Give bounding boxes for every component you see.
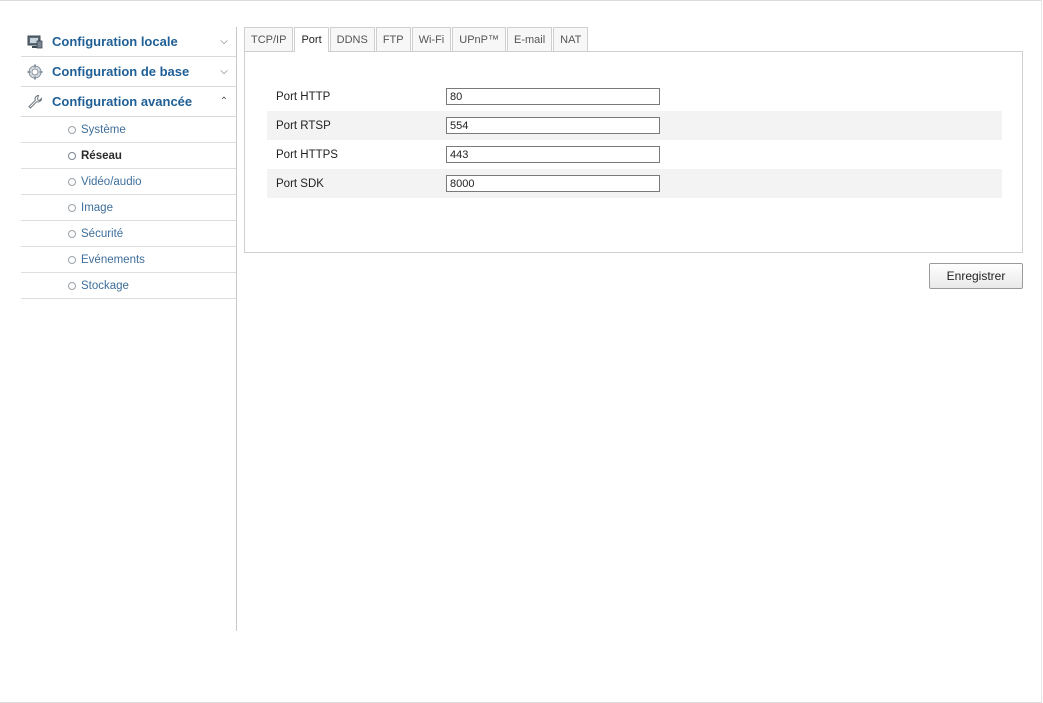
chevron-down-icon: ⌵ [220, 36, 228, 47]
form-row-http: Port HTTP [267, 82, 1002, 111]
gear-icon [27, 64, 43, 80]
sidebar-item-label: Stockage [81, 279, 129, 292]
sidebar-item-reseau[interactable]: Réseau [21, 143, 237, 169]
tab-port[interactable]: Port [294, 27, 329, 52]
tab-ddns[interactable]: DDNS [329, 27, 375, 51]
sidebar-item-systeme[interactable]: Système [21, 117, 237, 143]
tab-wifi[interactable]: Wi-Fi [411, 27, 452, 51]
sidebar: Configuration locale ⌵ Configuration de … [21, 27, 237, 299]
sidebar-divider [236, 27, 237, 631]
port-settings-panel: Port HTTP Port RTSP Port HTTPS Port SDK [244, 51, 1023, 253]
bullet-icon [68, 255, 76, 264]
sidebar-item-securite[interactable]: Sécurité [21, 221, 237, 247]
bullet-icon [68, 177, 76, 186]
sidebar-item-label: Image [81, 201, 113, 214]
port-form: Port HTTP Port RTSP Port HTTPS Port SDK [267, 82, 1002, 198]
sidebar-item-label: Sécurité [81, 227, 124, 240]
bullet-icon [68, 125, 76, 134]
bullet-icon [68, 281, 76, 290]
sdk-port-input[interactable] [446, 175, 660, 192]
sidebar-item-label: Système [81, 123, 126, 136]
tab-ftp[interactable]: FTP [375, 27, 411, 51]
sidebar-section-base[interactable]: Configuration de base ⌵ [21, 57, 237, 87]
tab-tcpip[interactable]: TCP/IP [244, 27, 294, 51]
sidebar-item-video-audio[interactable]: Vidéo/audio [21, 169, 237, 195]
sidebar-item-label: Réseau [81, 149, 122, 162]
https-port-input[interactable] [446, 146, 660, 163]
http-port-label: Port HTTP [276, 90, 331, 103]
form-row-rtsp: Port RTSP [267, 111, 1002, 140]
http-port-input[interactable] [446, 88, 660, 105]
chevron-up-icon: ⌃ [219, 96, 229, 107]
sidebar-item-stockage[interactable]: Stockage [21, 273, 237, 299]
sidebar-section-advanced[interactable]: Configuration avancée ⌃ [21, 87, 237, 117]
form-row-sdk: Port SDK [267, 169, 1002, 198]
network-tabs: TCP/IP Port DDNS FTP Wi-Fi UPnP™ E-mail … [244, 27, 589, 52]
sidebar-item-image[interactable]: Image [21, 195, 237, 221]
monitor-icon [27, 34, 43, 50]
sidebar-section-local[interactable]: Configuration locale ⌵ [21, 27, 237, 57]
https-port-label: Port HTTPS [276, 148, 338, 161]
tab-upnp[interactable]: UPnP™ [452, 27, 506, 51]
tab-nat[interactable]: NAT [553, 27, 589, 51]
chevron-down-icon: ⌵ [220, 66, 228, 77]
wrench-icon [27, 94, 43, 110]
form-row-https: Port HTTPS [267, 140, 1002, 169]
rtsp-port-input[interactable] [446, 117, 660, 134]
sidebar-item-evenements[interactable]: Evénements [21, 247, 237, 273]
rtsp-port-label: Port RTSP [276, 119, 331, 132]
tab-email[interactable]: E-mail [507, 27, 553, 51]
bullet-icon [68, 151, 76, 160]
sidebar-sub-list: Système Réseau Vidéo/audio Image Sécurit… [21, 117, 237, 299]
bullet-icon [68, 229, 76, 238]
bullet-icon [68, 203, 76, 212]
save-button[interactable]: Enregistrer [929, 263, 1023, 289]
sdk-port-label: Port SDK [276, 177, 324, 190]
sidebar-item-label: Evénements [81, 253, 145, 266]
sidebar-section-label: Configuration avancée [52, 94, 193, 109]
sidebar-section-label: Configuration locale [52, 34, 178, 49]
sidebar-item-label: Vidéo/audio [81, 175, 142, 188]
sidebar-section-label: Configuration de base [52, 64, 190, 79]
